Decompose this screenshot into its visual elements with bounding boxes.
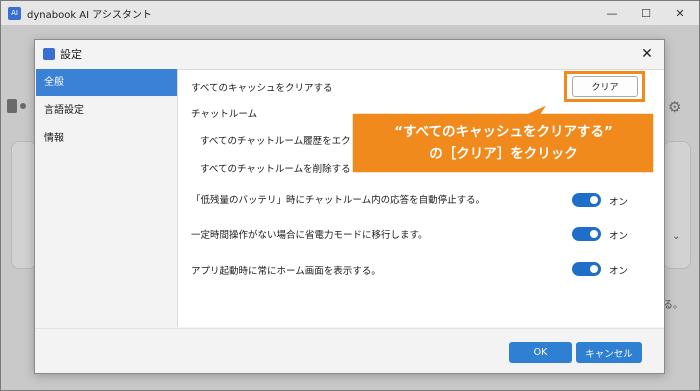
maximize-button[interactable]: ☐ <box>629 1 663 25</box>
app-titlebar: AI dynabook AI アシスタント — ☐ ✕ <box>1 1 699 25</box>
power-save-toggle[interactable] <box>572 227 601 241</box>
instruction-line-2: の［クリア］をクリック <box>429 146 578 162</box>
instruction-callout-text: “すべてのキャッシュをクリアする” の［クリア］をクリック <box>357 121 650 165</box>
sidebar-item-language[interactable]: 言語設定 <box>36 97 177 124</box>
settings-dialog: 設定 ✕ 全般 言語設定 情報 すべてのキャッシュをクリアする クリア チャット… <box>34 39 665 374</box>
background-card-right <box>663 141 691 269</box>
sidebar-item-info[interactable]: 情報 <box>36 125 177 152</box>
app-title: dynabook AI アシスタント <box>27 9 152 21</box>
gear-icon[interactable]: ⚙ <box>668 98 681 116</box>
ok-button[interactable]: OK <box>509 342 572 363</box>
chat-room-heading: チャットルーム <box>191 109 258 120</box>
app-logo-icon: AI <box>8 6 21 20</box>
chevron-down-icon[interactable]: ⌄ <box>672 231 680 242</box>
settings-app-icon <box>43 48 55 60</box>
home-screen-state: オン <box>609 266 629 277</box>
background-partial-text: る。 <box>663 300 683 311</box>
dialog-header: 設定 ✕ <box>35 40 664 68</box>
home-screen-label: アプリ起動時に常にホーム画面を表示する。 <box>191 266 381 277</box>
instruction-line-1: “すべてのキャッシュをクリアする” <box>394 124 613 140</box>
home-screen-toggle[interactable] <box>572 262 601 276</box>
delete-rooms-label: すべてのチャットルームを削除する <box>200 164 351 175</box>
battery-stop-state: オン <box>609 197 629 208</box>
settings-content: すべてのキャッシュをクリアする クリア チャットルーム すべてのチャットルーム履… <box>177 69 664 327</box>
clear-cache-label: すべてのキャッシュをクリアする <box>191 83 333 94</box>
power-save-label: 一定時間操作がない場合に省電力モードに移行します。 <box>191 230 428 241</box>
dialog-title: 設定 <box>60 48 82 61</box>
battery-stop-toggle[interactable] <box>572 193 601 207</box>
settings-sidebar: 全般 言語設定 情報 <box>36 69 177 327</box>
rail-toggle-icon[interactable] <box>7 99 31 113</box>
power-save-state: オン <box>609 231 629 242</box>
battery-stop-label: 「低残量のバッテリ」時にチャットルーム内の応答を自動停止する。 <box>191 195 486 206</box>
cancel-button[interactable]: キャンセル <box>576 342 642 363</box>
clear-button-highlight <box>564 71 645 102</box>
minimize-button[interactable]: — <box>595 1 629 25</box>
sidebar-item-general[interactable]: 全般 <box>36 69 177 96</box>
dialog-footer: OK キャンセル <box>35 328 664 373</box>
app-close-button[interactable]: ✕ <box>663 1 697 25</box>
dialog-close-button[interactable]: ✕ <box>638 45 656 63</box>
